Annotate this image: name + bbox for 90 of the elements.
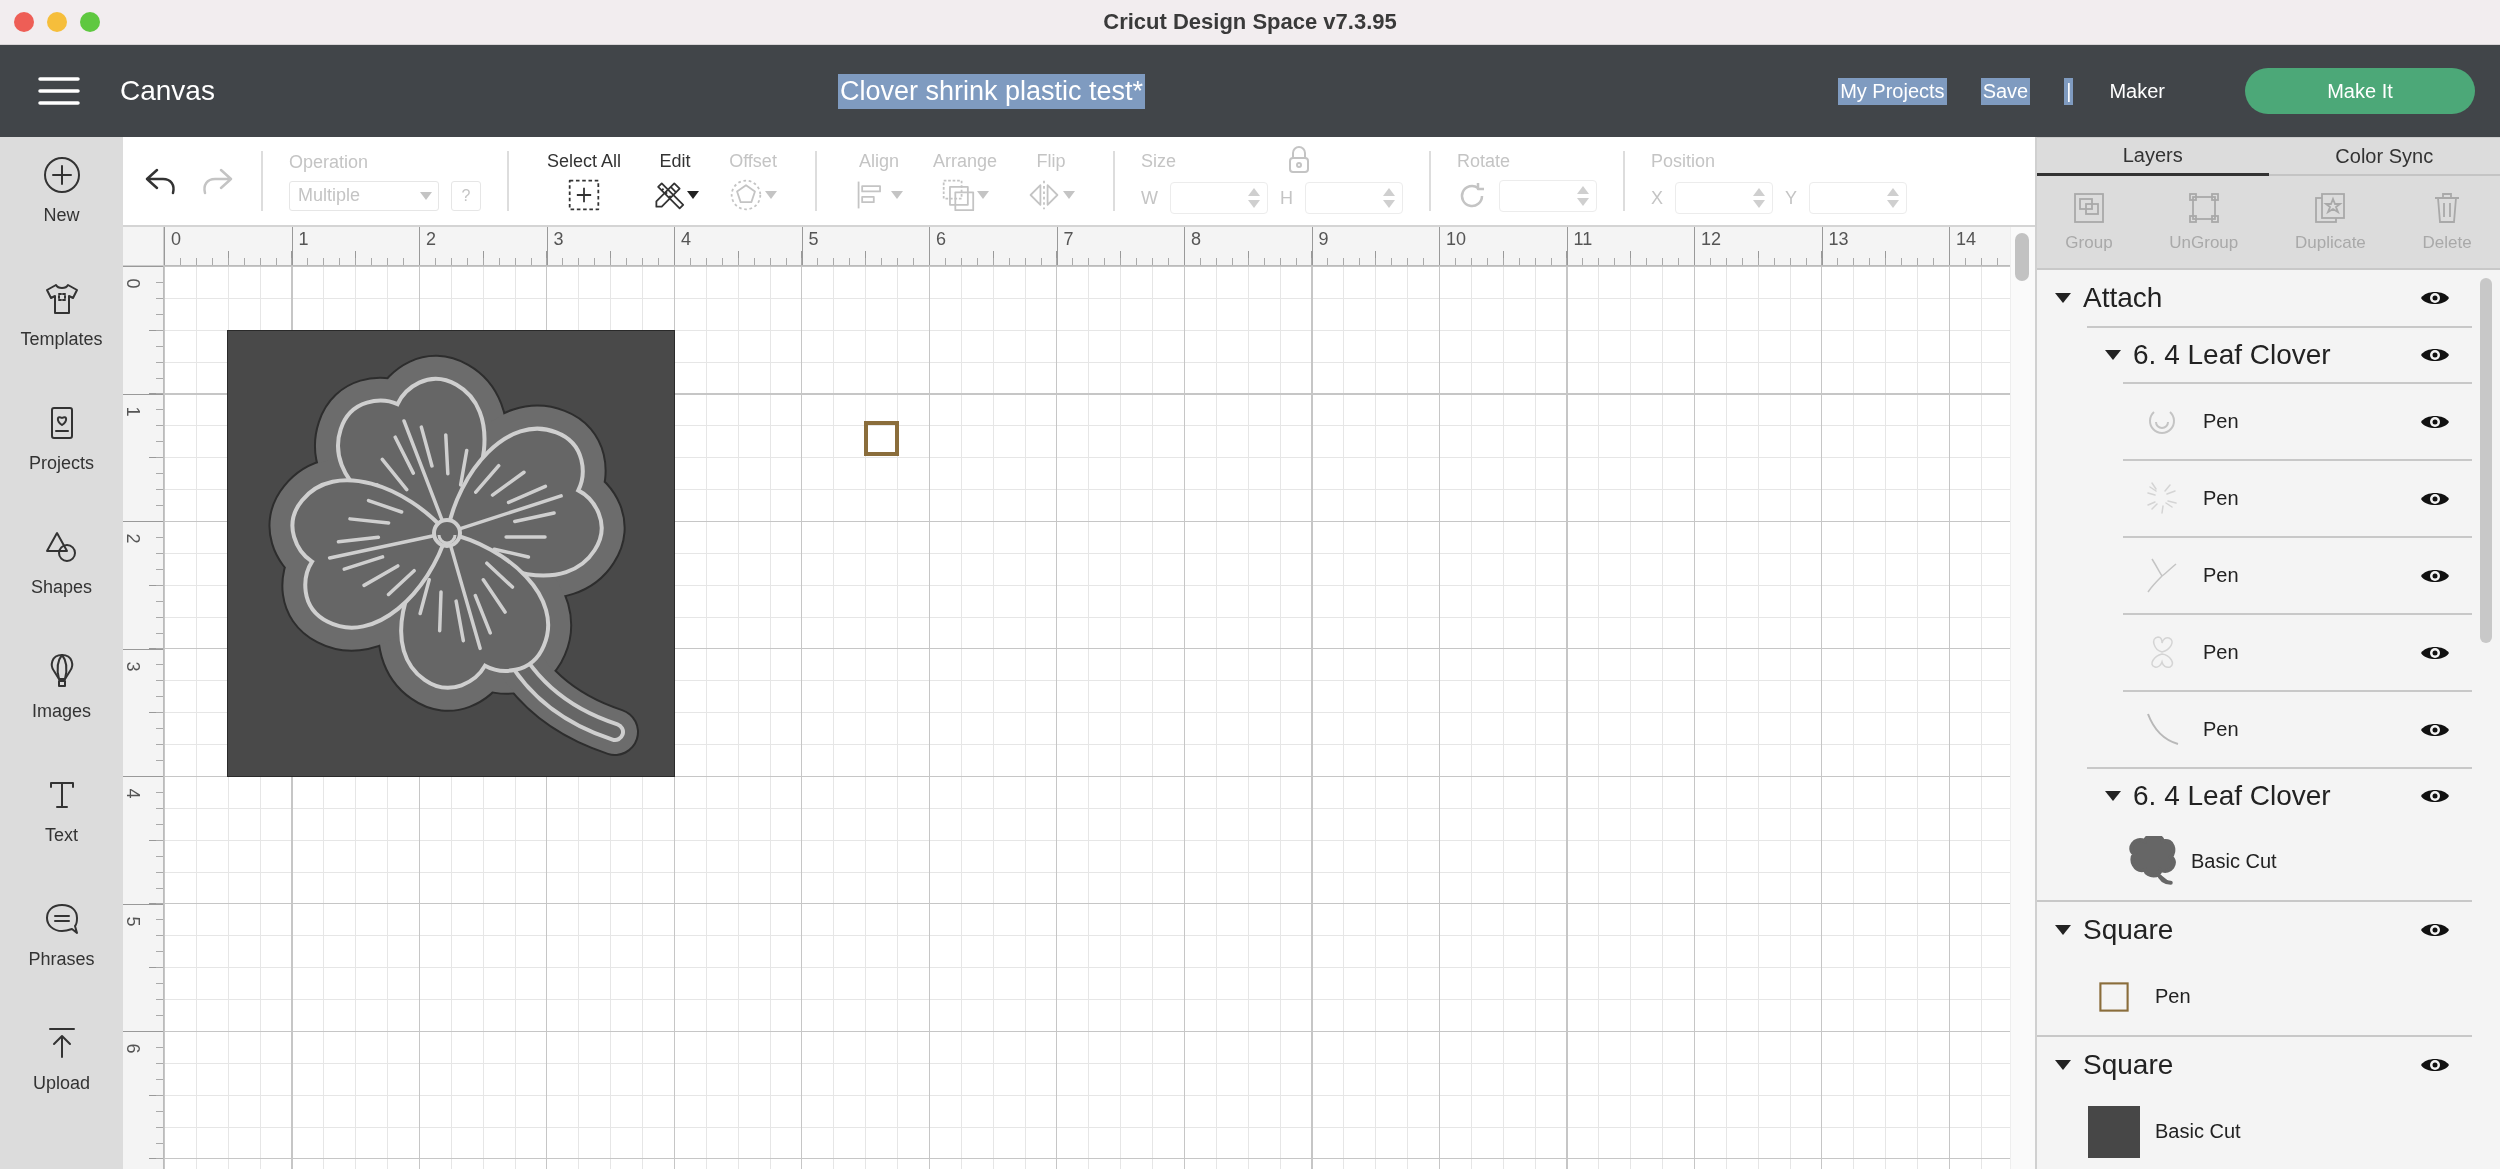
page-title: Canvas — [120, 75, 215, 107]
toolbar-tool[interactable]: Select All — [535, 150, 634, 212]
ruler-number: 2 — [426, 229, 436, 249]
outline-square-shape[interactable] — [864, 421, 899, 456]
sidebar-item[interactable]: Shapes — [0, 509, 123, 633]
section-label: Size — [1141, 150, 1177, 172]
section-label: Rotate — [1457, 150, 1512, 172]
ruler-number: 0 — [123, 278, 143, 289]
separator-text: | — [2064, 77, 2074, 105]
ruler-number: 11 — [1573, 229, 1593, 249]
layer-group-name[interactable]: Square — [2083, 1049, 2174, 1081]
caret-icon[interactable] — [2105, 350, 2121, 360]
caret-icon — [977, 190, 990, 199]
caret-icon — [687, 190, 700, 199]
duplicate-icon — [2313, 191, 2348, 225]
dark-square-shape[interactable] — [227, 330, 675, 777]
caret-icon — [891, 190, 904, 199]
layer-group-name[interactable]: Attach — [2083, 282, 2163, 314]
section-label: Position — [1651, 150, 1716, 172]
layer-group-name[interactable]: Square — [2083, 914, 2174, 946]
sidebar-item[interactable]: Text — [0, 757, 123, 881]
ruler-number: 1 — [298, 229, 309, 249]
close-window-button[interactable] — [14, 12, 34, 32]
ruler-number: 4 — [123, 788, 143, 799]
ruler-number: 12 — [1701, 229, 1722, 249]
ruler-number: 6 — [936, 229, 946, 249]
ruler-number: 8 — [1191, 229, 1201, 249]
layer-name[interactable]: Pen — [2203, 410, 2239, 433]
caret-icon — [765, 190, 778, 199]
layer-group-name[interactable]: 6. 4 Leaf Clover — [2133, 339, 2331, 371]
operation-label: Operation — [289, 151, 370, 173]
ruler-number: 5 — [808, 229, 819, 249]
stepper-icon — [1247, 186, 1262, 210]
field-label: W — [1141, 187, 1159, 209]
layer-name[interactable]: Basic Cut — [2191, 850, 2277, 873]
group-icon — [2071, 191, 2106, 225]
caret-icon[interactable] — [2055, 1060, 2071, 1070]
rotation-field[interactable] — [1499, 179, 1598, 212]
caret-icon[interactable] — [2055, 293, 2071, 303]
field-label: H — [1280, 187, 1294, 209]
ruler-number: 9 — [1318, 229, 1329, 249]
layer-name[interactable]: Pen — [2155, 985, 2191, 1008]
second-value-field[interactable] — [1305, 182, 1404, 214]
scrollbar-thumb[interactable] — [2480, 278, 2492, 643]
canvas-grid[interactable] — [164, 266, 2010, 1169]
scrollbar-thumb[interactable] — [2015, 233, 2029, 281]
caret-icon — [1063, 190, 1076, 199]
field-label: X — [1651, 187, 1664, 209]
layer-name[interactable]: Pen — [2203, 641, 2239, 664]
layer-name[interactable]: Pen — [2203, 718, 2239, 741]
stacked-squares-icon — [941, 177, 976, 212]
ungroup-icon — [2186, 191, 2221, 225]
dashed-plus-icon — [567, 177, 601, 212]
toolbar-tool[interactable]: Edit — [639, 150, 712, 212]
ruler-number: 13 — [1828, 229, 1849, 249]
stepper-icon — [1382, 186, 1397, 210]
ruler-number: 0 — [171, 229, 181, 249]
stepper-icon — [1752, 186, 1767, 210]
plus-circle-icon — [41, 155, 82, 195]
caret-icon[interactable] — [2105, 791, 2121, 801]
layer-name[interactable]: Pen — [2203, 564, 2239, 587]
ruler-number: 5 — [123, 916, 143, 926]
sidebar-item[interactable]: Templates — [0, 261, 123, 385]
ruler-number: 14 — [1956, 229, 1977, 249]
layer-name[interactable]: Pen — [2203, 487, 2239, 510]
ruler-number: 4 — [681, 229, 691, 249]
first-value-field[interactable] — [1170, 182, 1269, 214]
sidebar-item[interactable]: Upload — [0, 1005, 123, 1129]
ruler-number: 6 — [123, 1043, 143, 1054]
sidebar-item[interactable]: Projects — [0, 385, 123, 509]
layer-group-name[interactable]: 6. 4 Leaf Clover — [2133, 780, 2331, 812]
ruler-number: 10 — [1446, 229, 1467, 249]
stepper-icon — [1886, 186, 1901, 210]
ruler-number: 1 — [123, 406, 143, 416]
ruler-number: 7 — [1063, 229, 1074, 249]
first-value-field[interactable] — [1675, 182, 1774, 214]
field-label: Y — [1785, 187, 1798, 209]
ruler-number: 3 — [123, 661, 143, 671]
sidebar-item[interactable]: Phrases — [0, 881, 123, 1005]
window-title: Cricut Design Space v7.3.95 — [1103, 9, 1397, 34]
second-value-field[interactable] — [1809, 182, 1908, 214]
layer-name[interactable]: Basic Cut — [2155, 1120, 2241, 1143]
caret-icon — [420, 191, 432, 200]
ruler-number: 3 — [553, 229, 564, 249]
sidebar-item[interactable]: New — [0, 137, 123, 261]
sidebar-item[interactable]: Images — [0, 633, 123, 757]
caret-icon[interactable] — [2055, 925, 2071, 935]
ruler-number: 2 — [123, 533, 143, 544]
header-link[interactable]: Maker — [2107, 77, 2167, 105]
menu-icon[interactable] — [38, 76, 80, 106]
